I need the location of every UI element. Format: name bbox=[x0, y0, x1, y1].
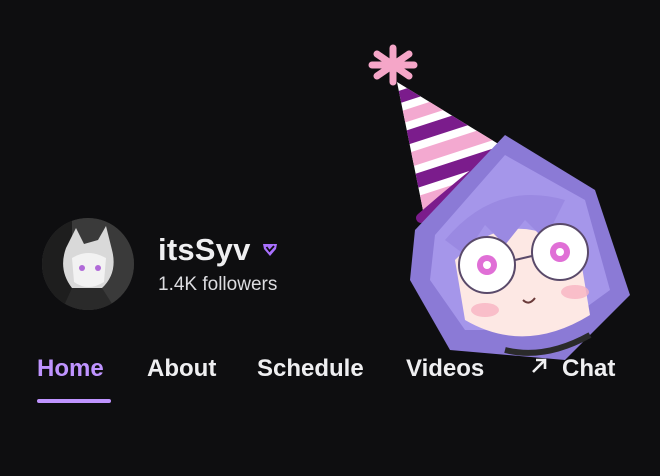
tab-videos[interactable]: Videos bbox=[406, 355, 484, 383]
channel-name[interactable]: itsSyv bbox=[158, 232, 251, 268]
verified-badge-icon bbox=[261, 241, 279, 264]
banner-character-art bbox=[355, 30, 655, 370]
avatar[interactable] bbox=[42, 218, 134, 310]
external-arrow-icon bbox=[530, 354, 548, 382]
sparkle-icon bbox=[368, 44, 418, 86]
tab-schedule[interactable]: Schedule bbox=[257, 355, 364, 383]
tab-chat-label: Chat bbox=[562, 355, 616, 382]
tab-home[interactable]: Home bbox=[37, 355, 104, 383]
tab-about[interactable]: About bbox=[147, 355, 216, 383]
tab-chat[interactable]: Chat bbox=[530, 355, 615, 383]
active-tab-indicator bbox=[37, 399, 111, 403]
follower-count: 1.4K followers bbox=[158, 274, 278, 295]
channel-tabs: Home About Schedule Videos Chat bbox=[0, 355, 660, 405]
channel-profile: itsSyv 1.4K followers bbox=[42, 218, 279, 310]
